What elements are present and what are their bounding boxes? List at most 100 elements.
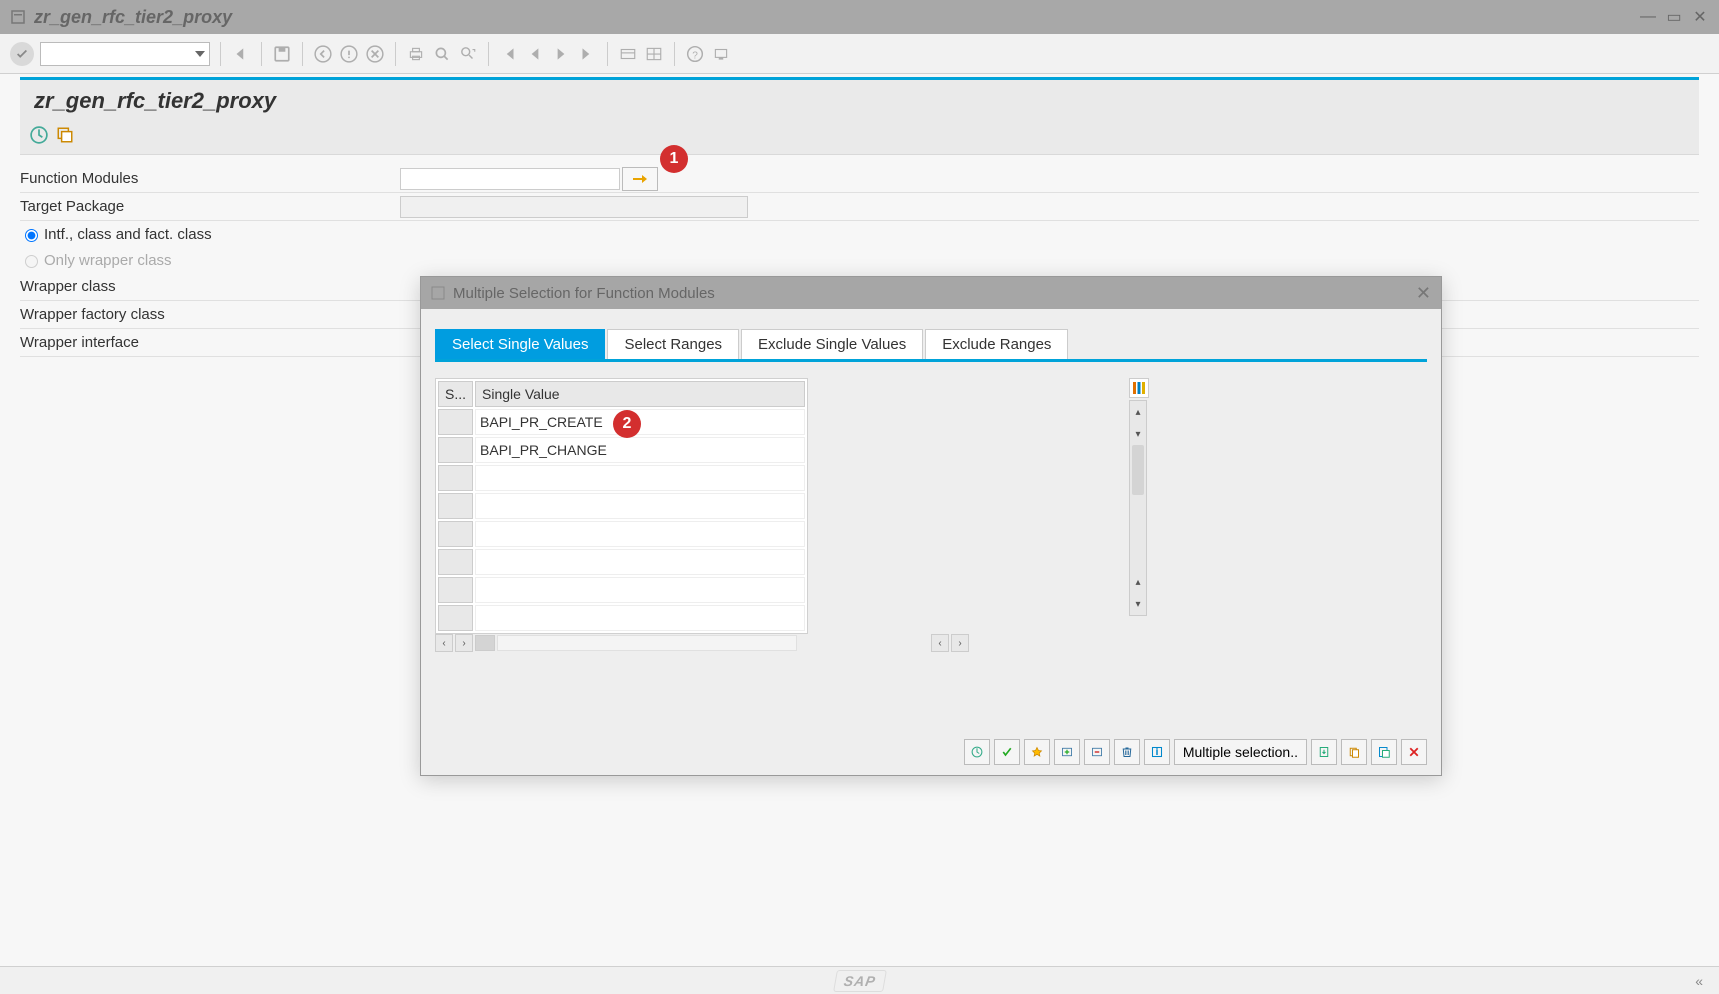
configure-columns-icon[interactable] [1129, 378, 1149, 398]
dialog-title: Multiple Selection for Function Modules [453, 285, 1416, 302]
separator [302, 42, 303, 66]
dialog-title-bar: Multiple Selection for Function Modules … [421, 277, 1441, 309]
import-button[interactable] [1311, 739, 1337, 765]
annotation-1: 1 [660, 145, 688, 173]
status-expand-icon[interactable]: « [1695, 973, 1703, 989]
command-field[interactable] [40, 42, 210, 66]
enter-icon[interactable] [10, 42, 34, 66]
layout-icon[interactable] [644, 44, 664, 64]
row-selector[interactable] [438, 577, 473, 603]
nav-cancel-icon[interactable] [365, 44, 385, 64]
col-header-sign: S... [438, 381, 473, 407]
radio-wrapper-only-label: Only wrapper class [44, 252, 172, 269]
window-controls: — ▭ ✕ [1639, 8, 1709, 26]
execute-icon[interactable] [30, 126, 48, 144]
row-selector[interactable] [438, 493, 473, 519]
value-cell[interactable] [475, 493, 805, 519]
nav-back-icon[interactable] [313, 44, 333, 64]
dialog-icon [431, 286, 445, 300]
back-icon[interactable] [231, 44, 251, 64]
variants-icon[interactable] [56, 126, 74, 144]
wrapper-interface-label: Wrapper interface [20, 334, 400, 351]
execute-button[interactable] [964, 739, 990, 765]
table-row [438, 465, 805, 491]
top-toolbar: ? [0, 34, 1719, 74]
nav-exit-icon[interactable] [339, 44, 359, 64]
multiple-selection-text-button[interactable]: Multiple selection.. [1174, 739, 1307, 765]
radio-all-row: Intf., class and fact. class [20, 221, 1699, 247]
grid-side-controls: ▴ ▾ ▴ ▾ [1129, 378, 1149, 616]
row-selector[interactable] [438, 549, 473, 575]
clipboard-button[interactable] [1341, 739, 1367, 765]
help-button[interactable] [1144, 739, 1170, 765]
multiple-selection-dialog: Multiple Selection for Function Modules … [420, 276, 1442, 776]
maximize-button[interactable]: ▭ [1665, 8, 1683, 26]
table-row [438, 549, 805, 575]
separator [261, 42, 262, 66]
status-bar: SAP « [0, 966, 1719, 994]
row-selector[interactable] [438, 521, 473, 547]
value-cell[interactable] [475, 577, 805, 603]
find-icon[interactable] [432, 44, 452, 64]
dialog-footer: Multiple selection.. [964, 739, 1427, 765]
new-session-icon[interactable] [618, 44, 638, 64]
next-page-icon[interactable] [551, 44, 571, 64]
multiple-selection-button[interactable] [622, 167, 658, 191]
row-selector[interactable] [438, 437, 473, 463]
settings-icon[interactable] [711, 44, 731, 64]
check-button[interactable] [994, 739, 1020, 765]
prev-page-icon[interactable] [525, 44, 545, 64]
separator [220, 42, 221, 66]
close-button[interactable]: ✕ [1691, 8, 1709, 26]
print-icon[interactable] [406, 44, 426, 64]
radio-wrapper-only-row: Only wrapper class [20, 247, 1699, 273]
radio-all[interactable] [25, 229, 38, 242]
horizontal-scrollbar[interactable]: ‹ › ‹ › [435, 634, 969, 652]
vertical-scrollbar[interactable]: ▴ ▾ ▴ ▾ [1129, 400, 1147, 616]
tab-select-single[interactable]: Select Single Values [435, 329, 605, 359]
cancel-button[interactable] [1401, 739, 1427, 765]
table-row [438, 577, 805, 603]
table-row: BAPI_PR_CHANGE [438, 437, 805, 463]
value-cell[interactable] [475, 549, 805, 575]
delete-row-button[interactable] [1084, 739, 1110, 765]
window-title: zr_gen_rfc_tier2_proxy [34, 7, 1639, 28]
paste-button[interactable] [1371, 739, 1397, 765]
target-package-input[interactable] [400, 196, 748, 218]
row-selector[interactable] [438, 409, 473, 435]
function-modules-input[interactable] [400, 168, 620, 190]
target-package-label: Target Package [20, 198, 400, 215]
value-cell[interactable] [475, 605, 805, 631]
find-next-icon[interactable] [458, 44, 478, 64]
tab-exclude-single[interactable]: Exclude Single Values [741, 329, 923, 359]
row-selector[interactable] [438, 605, 473, 631]
value-cell[interactable]: BAPI_PR_CHANGE [475, 437, 805, 463]
delete-all-button[interactable] [1114, 739, 1140, 765]
col-header-value: Single Value [475, 381, 805, 407]
separator [395, 42, 396, 66]
window-title-bar: zr_gen_rfc_tier2_proxy — ▭ ✕ [0, 0, 1719, 34]
help-icon[interactable]: ? [685, 44, 705, 64]
radio-wrapper-only[interactable] [25, 255, 38, 268]
select-options-button[interactable] [1024, 739, 1050, 765]
radio-all-label: Intf., class and fact. class [44, 226, 212, 243]
value-cell[interactable] [475, 521, 805, 547]
dialog-body: Select Single Values Select Ranges Exclu… [421, 309, 1441, 662]
row-selector[interactable] [438, 465, 473, 491]
last-page-icon[interactable] [577, 44, 597, 64]
annotation-2: 2 [613, 410, 641, 438]
sub-toolbar [20, 122, 1699, 155]
dialog-close-icon[interactable]: ✕ [1416, 283, 1431, 304]
wrapper-class-label: Wrapper class [20, 278, 400, 295]
tab-exclude-ranges[interactable]: Exclude Ranges [925, 329, 1068, 359]
save-icon[interactable] [272, 44, 292, 64]
window-icon [10, 9, 26, 25]
insert-row-button[interactable] [1054, 739, 1080, 765]
first-page-icon[interactable] [499, 44, 519, 64]
tab-select-ranges[interactable]: Select Ranges [607, 329, 739, 359]
minimize-button[interactable]: — [1639, 8, 1657, 26]
separator [607, 42, 608, 66]
table-row [438, 605, 805, 631]
table-row [438, 493, 805, 519]
value-cell[interactable] [475, 465, 805, 491]
